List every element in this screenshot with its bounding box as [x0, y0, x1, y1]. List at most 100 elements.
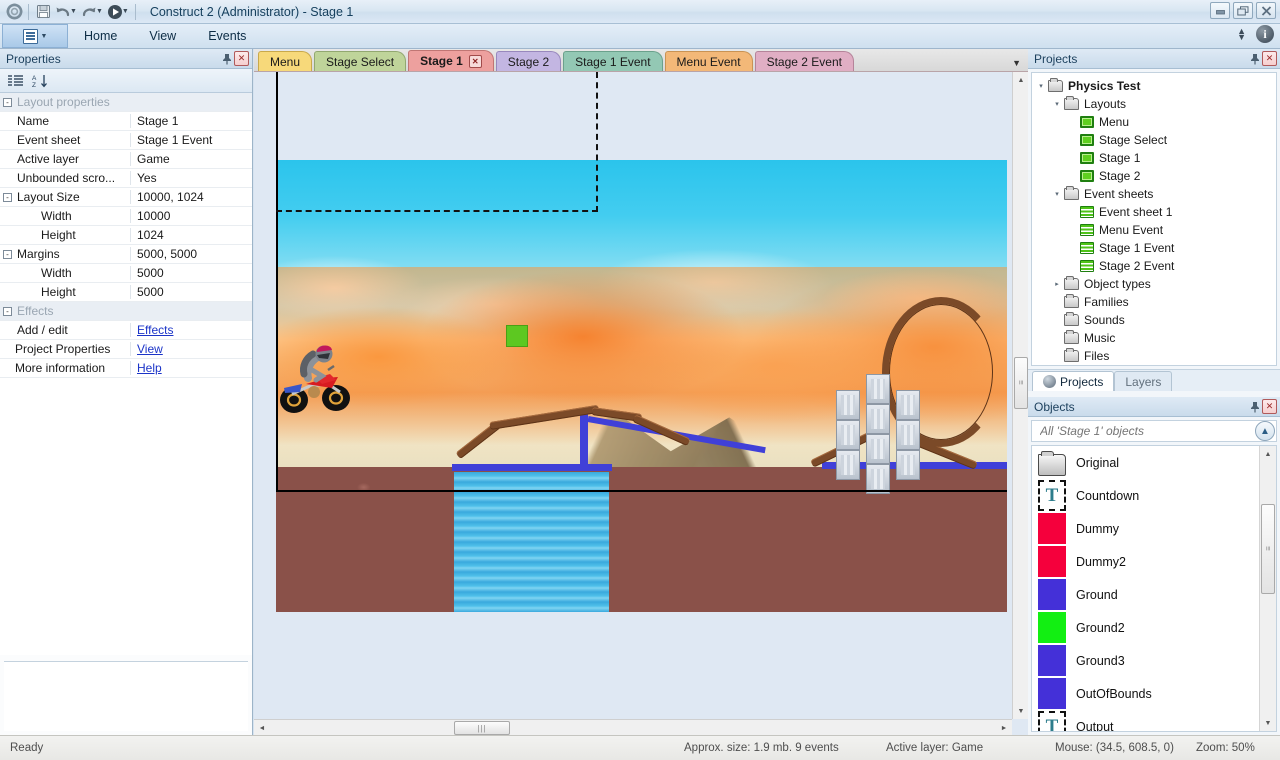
- pin-icon[interactable]: [1247, 51, 1262, 66]
- collapse-toggle-icon[interactable]: -: [0, 249, 15, 259]
- horizontal-scroll-thumb[interactable]: |||: [454, 721, 510, 735]
- tree-item-stage-select[interactable]: Stage Select: [1034, 131, 1274, 149]
- water-pool[interactable]: [454, 472, 609, 612]
- crate[interactable]: [866, 374, 890, 404]
- tree-item-stage-2[interactable]: Stage 2: [1034, 167, 1274, 185]
- crate[interactable]: [866, 404, 890, 434]
- object-list-item[interactable]: T Output: [1032, 710, 1259, 731]
- tree-item-stage-1[interactable]: Stage 1: [1034, 149, 1274, 167]
- document-tab-stage-2-event[interactable]: Stage 2 Event: [754, 51, 854, 71]
- projects-close-icon[interactable]: ✕: [1262, 51, 1277, 66]
- property-row[interactable]: Add / edit Effects: [0, 321, 252, 340]
- minimize-button[interactable]: [1210, 2, 1230, 19]
- property-value[interactable]: 5000: [130, 266, 252, 280]
- restore-button[interactable]: [1233, 2, 1253, 19]
- tree-item-layouts[interactable]: ▾ Layouts: [1034, 95, 1274, 113]
- tree-twisty-icon[interactable]: ▾: [1034, 82, 1048, 90]
- property-row[interactable]: - Layout Size 10000, 1024: [0, 188, 252, 207]
- property-row[interactable]: Height 1024: [0, 226, 252, 245]
- biker-sprite[interactable]: [276, 344, 354, 414]
- property-value[interactable]: Yes: [130, 171, 252, 185]
- property-value[interactable]: 1024: [130, 228, 252, 242]
- tree-item-families[interactable]: Families: [1034, 293, 1274, 311]
- green-square-object[interactable]: [506, 325, 528, 347]
- redo-dropdown-icon[interactable]: ▼: [96, 8, 103, 15]
- property-row[interactable]: Height 5000: [0, 283, 252, 302]
- document-tab-menu-event[interactable]: Menu Event: [664, 51, 753, 71]
- tree-item-event-sheets[interactable]: ▾ Event sheets: [1034, 185, 1274, 203]
- tab-view[interactable]: View: [133, 24, 192, 49]
- document-tab-stage-select[interactable]: Stage Select: [314, 51, 407, 71]
- tree-twisty-icon[interactable]: ▾: [1050, 190, 1064, 198]
- objects-close-icon[interactable]: ✕: [1262, 399, 1277, 414]
- tab-events[interactable]: Events: [192, 24, 262, 49]
- objects-scroll-up-arrow[interactable]: ▲: [1260, 446, 1276, 462]
- objects-search-input[interactable]: [1038, 423, 1276, 439]
- scroll-right-arrow[interactable]: ►: [996, 720, 1012, 735]
- property-link[interactable]: View: [137, 342, 163, 356]
- property-link[interactable]: Help: [137, 361, 162, 375]
- crate[interactable]: [896, 450, 920, 480]
- property-row[interactable]: Width 5000: [0, 264, 252, 283]
- crate[interactable]: [896, 390, 920, 420]
- property-row[interactable]: Event sheet Stage 1 Event: [0, 131, 252, 150]
- crate[interactable]: [836, 450, 860, 480]
- object-list-item[interactable]: Dummy: [1032, 512, 1259, 545]
- property-row[interactable]: Unbounded scro... Yes: [0, 169, 252, 188]
- object-list-item[interactable]: Ground: [1032, 578, 1259, 611]
- property-value[interactable]: 5000, 5000: [130, 247, 252, 261]
- property-row[interactable]: Active layer Game: [0, 150, 252, 169]
- sort-az-icon[interactable]: A Z: [32, 74, 48, 88]
- rock-ground[interactable]: [276, 467, 1007, 612]
- property-row[interactable]: - Effects: [0, 302, 252, 321]
- project-tree[interactable]: ▾ Physics Test ▾ Layouts Menu Stage Select Sta…: [1031, 72, 1277, 366]
- object-list-item[interactable]: OutOfBounds: [1032, 677, 1259, 710]
- object-list-item[interactable]: T Countdown: [1032, 479, 1259, 512]
- property-row[interactable]: More information Help: [0, 359, 252, 378]
- application-menu-button[interactable]: ▼: [2, 24, 68, 48]
- object-list-item[interactable]: Original: [1032, 446, 1259, 479]
- property-value[interactable]: Help: [130, 361, 252, 375]
- crate[interactable]: [836, 390, 860, 420]
- object-list-item[interactable]: Ground2: [1032, 611, 1259, 644]
- dock-tab-projects[interactable]: Projects: [1032, 371, 1115, 391]
- property-value[interactable]: Stage 1: [130, 114, 252, 128]
- properties-close-icon[interactable]: ✕: [234, 51, 249, 66]
- tab-list-dropdown-icon[interactable]: ▼: [1012, 58, 1021, 68]
- collapse-toggle-icon[interactable]: -: [0, 97, 15, 107]
- property-link[interactable]: Effects: [137, 323, 173, 337]
- tree-twisty-icon[interactable]: ▾: [1050, 100, 1064, 108]
- tree-item-event-sheet-1[interactable]: Event sheet 1: [1034, 203, 1274, 221]
- tree-item-object-types[interactable]: ▸ Object types: [1034, 275, 1274, 293]
- crate[interactable]: [896, 420, 920, 450]
- pin-icon[interactable]: [1247, 399, 1262, 414]
- object-list-item[interactable]: Dummy2: [1032, 545, 1259, 578]
- tree-item-music[interactable]: Music: [1034, 329, 1274, 347]
- property-row[interactable]: - Layout properties: [0, 93, 252, 112]
- save-button[interactable]: [33, 2, 53, 22]
- tree-item-stage-2-event[interactable]: Stage 2 Event: [1034, 257, 1274, 275]
- ground-collision-beam[interactable]: [452, 464, 612, 471]
- property-row[interactable]: Width 10000: [0, 207, 252, 226]
- document-tab-stage-1[interactable]: Stage 1 ✕: [408, 50, 494, 71]
- tree-item-sounds[interactable]: Sounds: [1034, 311, 1274, 329]
- tree-item-menu-event[interactable]: Menu Event: [1034, 221, 1274, 239]
- property-value[interactable]: Stage 1 Event: [130, 133, 252, 147]
- dock-tab-layers[interactable]: Layers: [1114, 371, 1173, 391]
- tree-item-menu[interactable]: Menu: [1034, 113, 1274, 131]
- document-tab-stage-1-event[interactable]: Stage 1 Event: [563, 51, 663, 71]
- property-value[interactable]: Game: [130, 152, 252, 166]
- list-category-icon[interactable]: [8, 74, 24, 88]
- help-icon[interactable]: i: [1256, 25, 1274, 43]
- collapse-ribbon-icon[interactable]: ▲ ▼: [1237, 27, 1246, 42]
- layout-canvas[interactable]: [254, 72, 1012, 719]
- property-value[interactable]: 5000: [130, 285, 252, 299]
- tree-item-physics-test[interactable]: ▾ Physics Test: [1034, 77, 1274, 95]
- property-value[interactable]: Effects: [130, 323, 252, 337]
- scroll-left-arrow[interactable]: ◄: [254, 720, 270, 735]
- crate[interactable]: [866, 434, 890, 464]
- undo-dropdown-icon[interactable]: ▼: [70, 8, 77, 15]
- tab-home[interactable]: Home: [68, 24, 133, 49]
- objects-scroll-down-arrow[interactable]: ▼: [1260, 715, 1276, 731]
- tree-item-files[interactable]: Files: [1034, 347, 1274, 365]
